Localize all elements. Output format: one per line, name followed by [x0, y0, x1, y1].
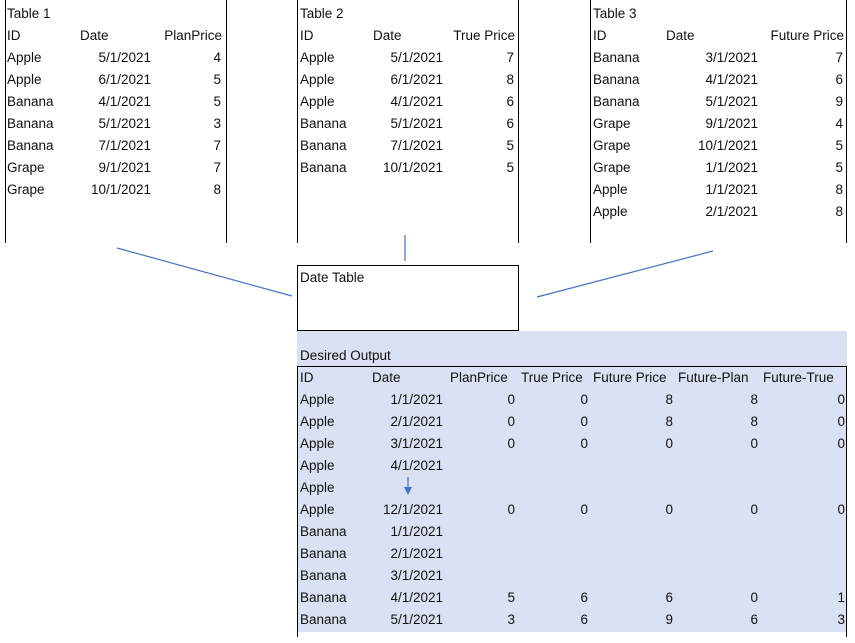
down-arrow-icon: [404, 477, 412, 495]
